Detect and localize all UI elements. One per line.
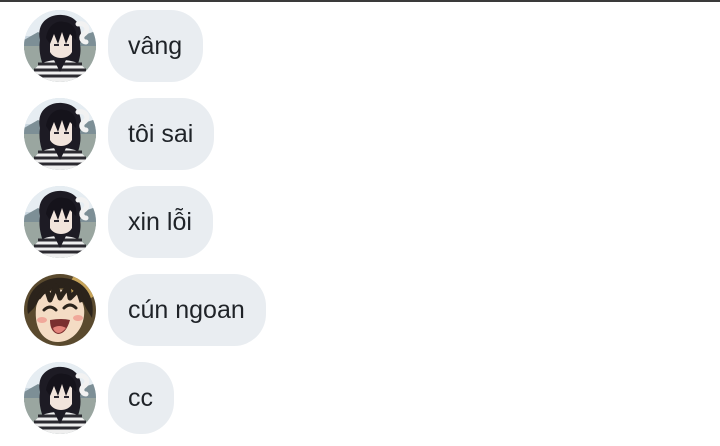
laughing-boy-avatar-icon [24,274,96,346]
message-bubble[interactable]: tôi sai [108,98,215,170]
dark-haired-character-avatar-icon [24,362,96,434]
message-list[interactable]: vâng tôi sai xin lỗi cún ngoan cc [0,0,720,446]
avatar[interactable] [24,98,96,170]
avatar[interactable] [24,274,96,346]
message-row: vâng [0,10,720,82]
avatar[interactable] [24,10,96,82]
message-row: xin lỗi [0,186,720,258]
message-text: xin lỗi [128,208,192,236]
message-row: tôi sai [0,98,720,170]
dark-haired-character-avatar-icon [24,10,96,82]
message-bubble[interactable]: vâng [108,10,204,82]
message-bubble[interactable]: xin lỗi [108,186,213,258]
message-text: vâng [128,32,183,60]
avatar[interactable] [24,186,96,258]
dark-haired-character-avatar-icon [24,98,96,170]
message-text: cc [128,384,153,412]
message-bubble[interactable]: cc [108,362,174,434]
message-row: cún ngoan [0,274,720,346]
message-text: tôi sai [128,120,194,148]
avatar[interactable] [24,362,96,434]
message-row: cc [0,362,720,434]
dark-haired-character-avatar-icon [24,186,96,258]
message-bubble[interactable]: cún ngoan [108,274,266,346]
message-text: cún ngoan [128,296,245,324]
